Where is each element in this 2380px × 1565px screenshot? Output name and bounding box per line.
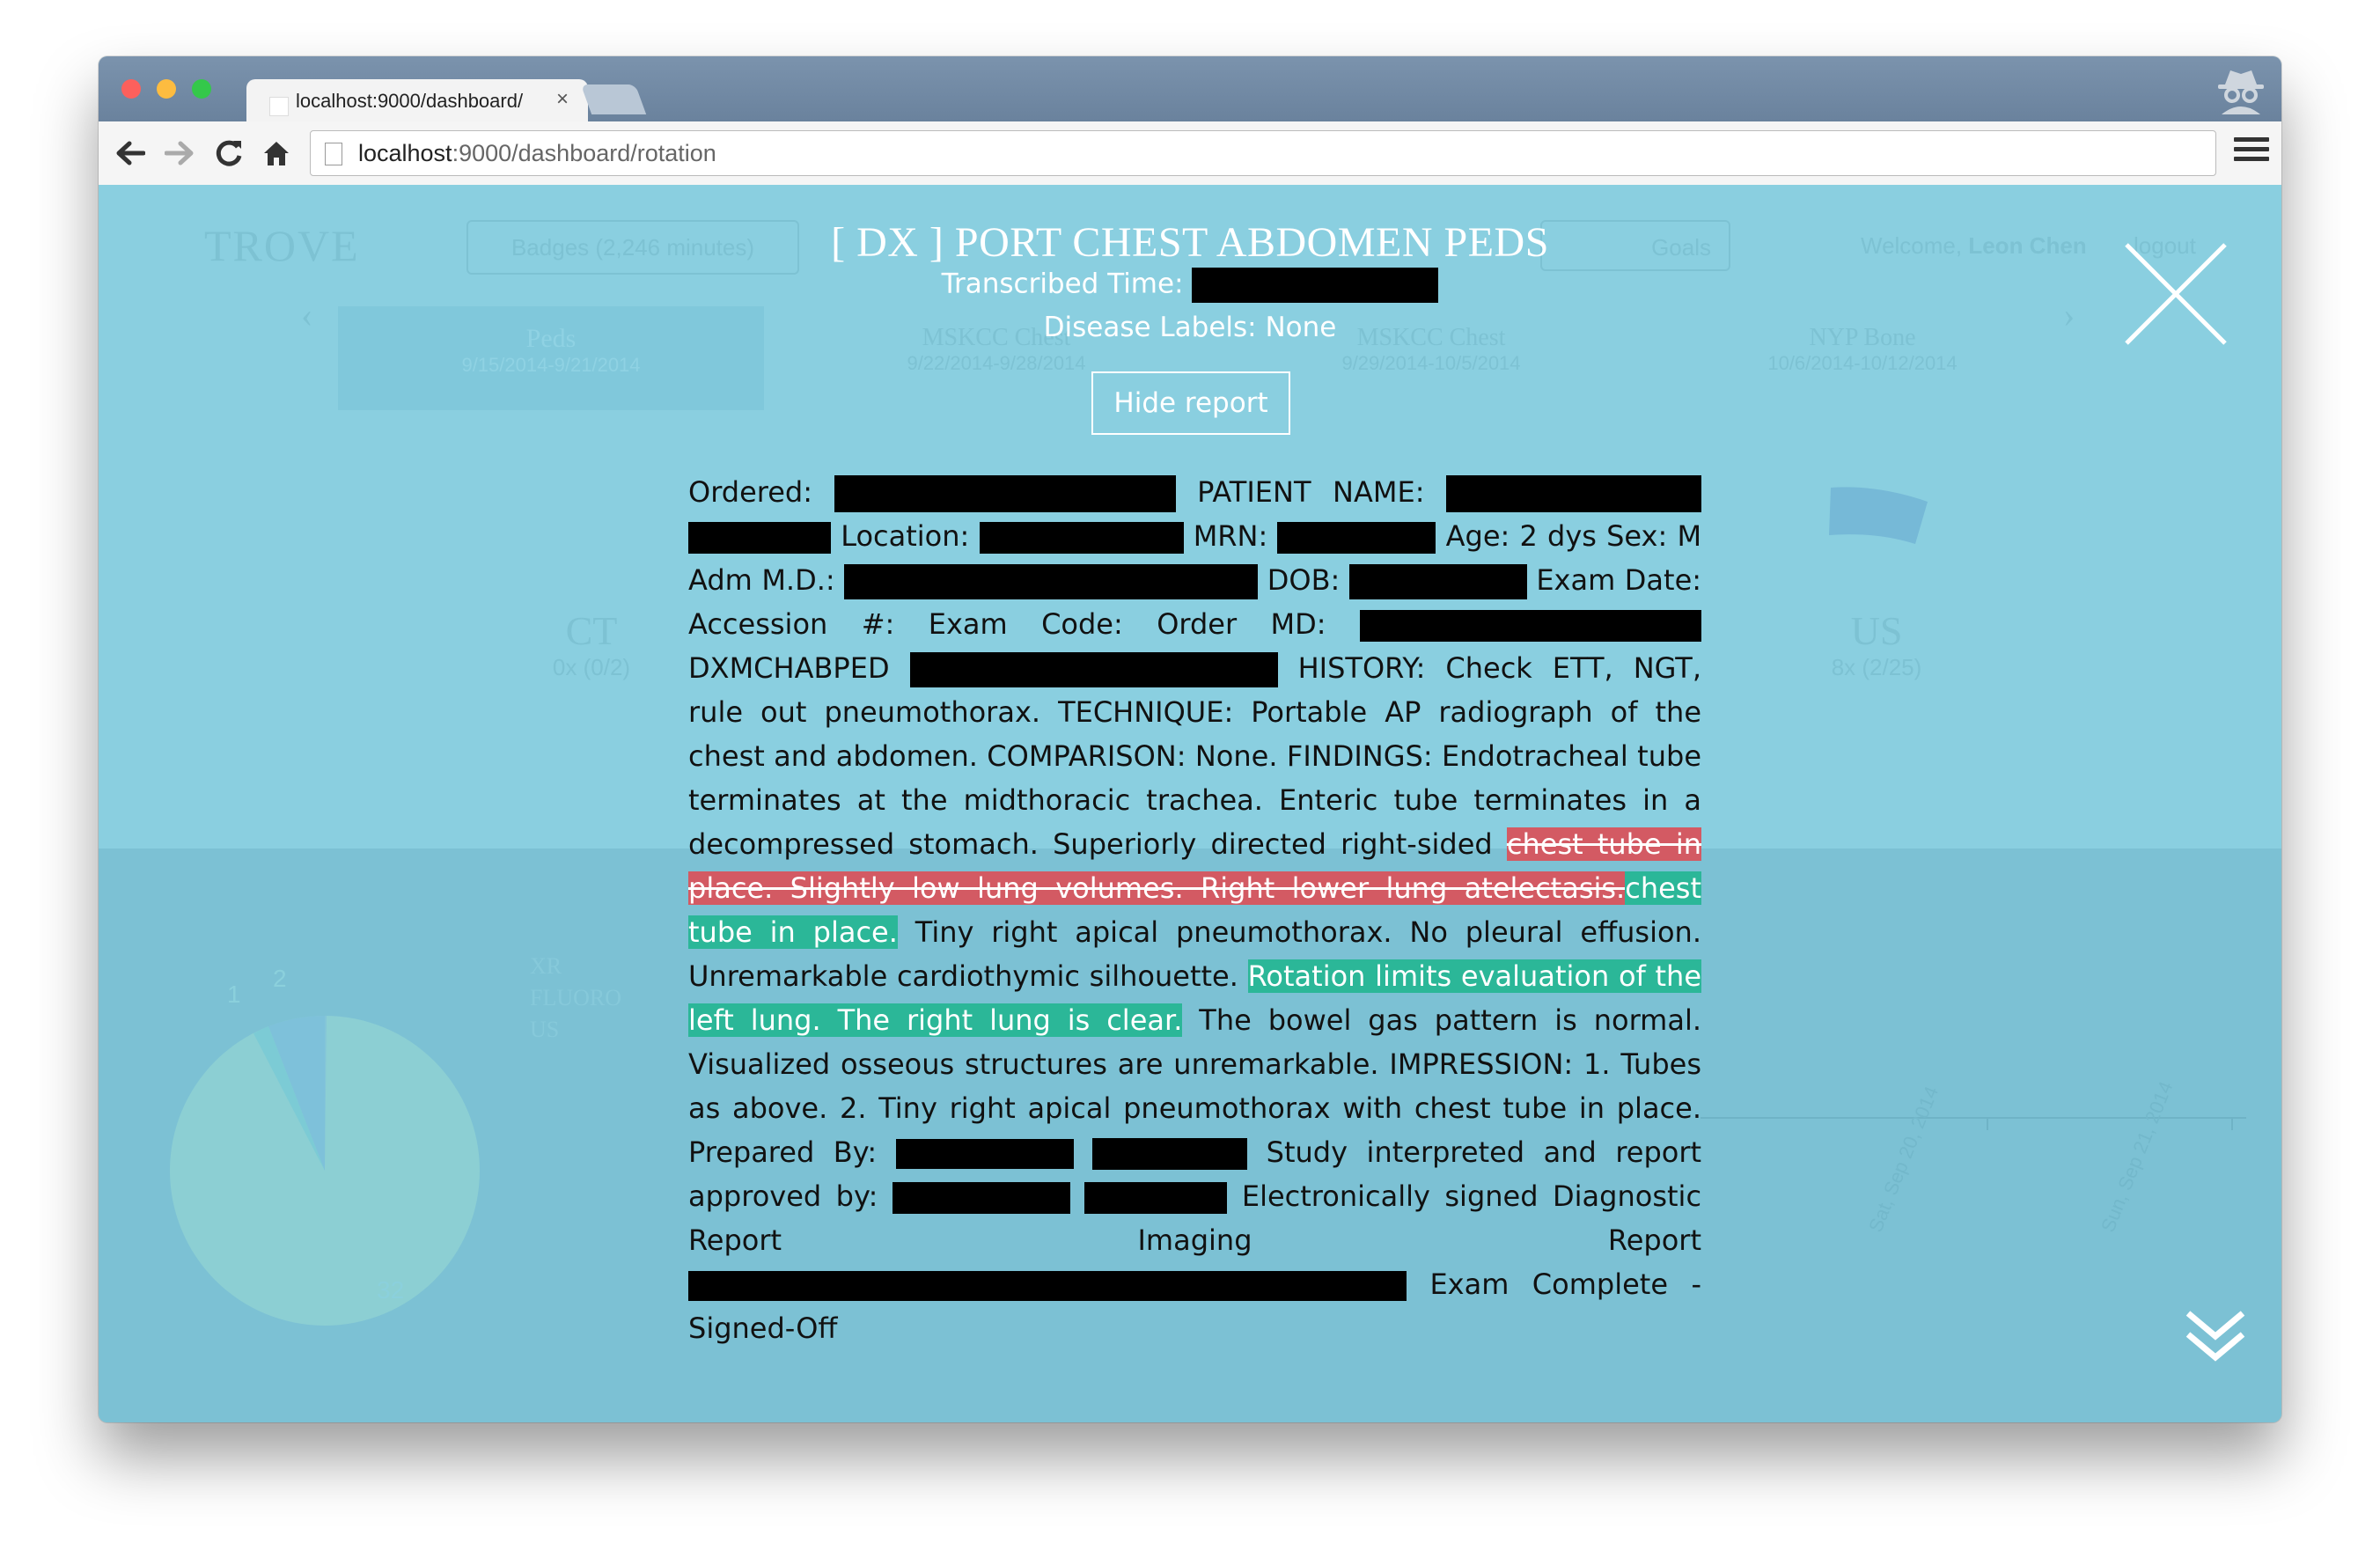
redacted-block bbox=[1446, 475, 1702, 512]
url-text: localhost:9000/dashboard/rotation bbox=[358, 140, 716, 166]
redacted-block bbox=[1277, 522, 1436, 554]
disease-labels: Disease Labels: None bbox=[1043, 312, 1337, 343]
redacted-block bbox=[1092, 1138, 1248, 1170]
chevron-double-down-icon[interactable] bbox=[2185, 1308, 2246, 1366]
redacted-block bbox=[834, 475, 1176, 512]
close-window-button[interactable] bbox=[121, 79, 141, 99]
browser-window: localhost:9000/dashboard/ × localhost:90… bbox=[99, 56, 2281, 1422]
back-arrow-icon[interactable] bbox=[113, 136, 148, 171]
zoom-window-button[interactable] bbox=[192, 79, 211, 99]
redacted-block bbox=[979, 522, 1184, 554]
redacted-block bbox=[892, 1182, 1070, 1214]
reload-icon[interactable] bbox=[211, 136, 246, 171]
tab-close-icon[interactable]: × bbox=[556, 86, 569, 113]
redacted-block bbox=[1360, 610, 1702, 642]
menu-icon[interactable] bbox=[2234, 137, 2269, 169]
report-overlay: [ DX ] PORT CHEST ABDOMEN PEDS Transcrib… bbox=[99, 185, 2281, 1422]
redacted-block bbox=[1348, 564, 1527, 599]
report-title: [ DX ] PORT CHEST ABDOMEN PEDS bbox=[831, 219, 1549, 266]
redacted-block bbox=[1192, 268, 1439, 303]
title-bar: localhost:9000/dashboard/ × bbox=[99, 56, 2281, 123]
report-text: Ordered: PATIENT NAME: Location: MRN: Ag… bbox=[688, 475, 1702, 1345]
minimize-window-button[interactable] bbox=[157, 79, 176, 99]
tab-title: localhost:9000/dashboard/ bbox=[296, 90, 524, 112]
new-tab-button[interactable] bbox=[580, 84, 647, 114]
home-icon[interactable] bbox=[259, 136, 294, 171]
page-icon bbox=[269, 97, 289, 116]
page-icon bbox=[325, 143, 342, 165]
browser-tab[interactable]: localhost:9000/dashboard/ × bbox=[246, 79, 588, 123]
redacted-block bbox=[688, 522, 831, 554]
forward-arrow-icon[interactable] bbox=[162, 136, 197, 171]
close-icon[interactable] bbox=[2123, 241, 2229, 347]
page-viewport: TROVE Badges (2,246 minutes) Goals Welco… bbox=[99, 185, 2281, 1422]
redacted-block bbox=[1084, 1182, 1228, 1214]
redacted-block bbox=[909, 652, 1278, 687]
browser-toolbar: localhost:9000/dashboard/rotation bbox=[99, 121, 2281, 186]
hide-report-button[interactable]: Hide report bbox=[1091, 371, 1290, 435]
redacted-block bbox=[688, 1271, 1407, 1301]
address-bar[interactable]: localhost:9000/dashboard/rotation bbox=[310, 130, 2216, 176]
redacted-block bbox=[895, 1139, 1074, 1169]
transcribed-time: Transcribed Time: bbox=[99, 268, 2281, 303]
redacted-block bbox=[844, 564, 1259, 599]
incognito-icon bbox=[2218, 70, 2264, 114]
